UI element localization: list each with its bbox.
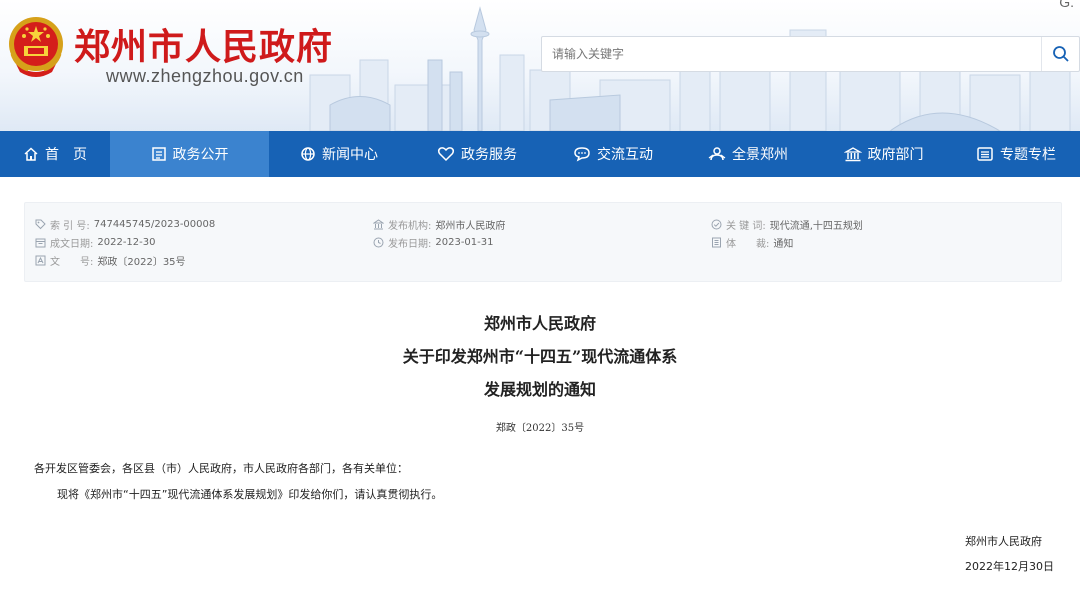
text-doc-icon (35, 255, 46, 266)
heart-icon (437, 147, 455, 162)
site-header: 郑州市人民政府 www.zhengzhou.gov.cn G. (0, 0, 1080, 131)
genre-field: 体 裁: 通知 (711, 235, 793, 250)
issuing-agency-label: 发布机构: (388, 221, 432, 232)
index-number-value: 747445745/2023-00008 (93, 219, 216, 230)
document-title-line-3: 发展规划的通知 (483, 380, 596, 399)
nav-label: 政府部门 (867, 147, 924, 163)
nav-item-interaction[interactable]: 交流互动 (545, 131, 681, 177)
document-number: 郑政〔2022〕35号 (495, 423, 585, 434)
national-emblem-icon (9, 17, 63, 77)
clock-icon (373, 237, 384, 248)
nav-label: 新闻中心 (322, 147, 378, 163)
document-icon (151, 147, 166, 161)
document-number-field: 文 号: 郑政〔2022〕35号 (35, 253, 186, 268)
building-icon (843, 147, 862, 162)
list-icon (977, 147, 993, 161)
calendar-icon (35, 238, 46, 248)
list-doc-icon (712, 237, 721, 248)
search-button[interactable] (1041, 37, 1079, 71)
keywords-label: 关 键 词: (726, 221, 766, 232)
signature-issuer: 郑州市人民政府 (965, 535, 1042, 548)
genre-label: 体 裁: (726, 239, 770, 250)
nav-label: 专题专栏 (1000, 147, 1056, 163)
nav-item-government-affairs[interactable]: 政务公开 (110, 131, 269, 177)
index-number-label: 索 引 号: (50, 221, 90, 232)
main-nav: 首 页 政务公开 新闻中心 政务服务 交流互动 全景郑州 政府部门 专题专栏 (0, 131, 1080, 177)
salutation-paragraph: 各开发区管委会，各区县（市）人民政府，市人民政府各部门，各有关单位： (34, 462, 408, 475)
document-number-label: 文 号: (50, 257, 94, 268)
nav-label: 全景郑州 (732, 147, 788, 163)
search-box (541, 36, 1080, 72)
tag-icon (35, 219, 46, 230)
nav-item-departments[interactable]: 政府部门 (815, 131, 952, 177)
nav-item-special-topics[interactable]: 专题专栏 (952, 131, 1080, 177)
check-circle-icon (711, 219, 722, 230)
issuing-agency-field: 发布机构: 郑州市人民政府 (373, 217, 505, 232)
nav-item-services[interactable]: 政务服务 (409, 131, 545, 177)
top-corner-text: G. (1059, 0, 1074, 10)
search-icon (1052, 46, 1069, 62)
search-input[interactable] (542, 37, 1042, 71)
publish-date-field: 发布日期: 2023-01-31 (373, 235, 494, 250)
site-url[interactable]: www.zhengzhou.gov.cn (106, 66, 304, 87)
keywords-value: 现代流通,十四五规划 (769, 221, 863, 232)
signature-date: 2022年12月30日 (965, 560, 1054, 573)
body-paragraph: 现将《郑州市“十四五”现代流通体系发展规划》印发给你们，请认真贯彻执行。 (57, 488, 443, 501)
index-number-field: 索 引 号: 747445745/2023-00008 (35, 217, 215, 232)
written-date-field: 成文日期: 2022-12-30 (35, 235, 156, 250)
site-title[interactable]: 郑州市人民政府 (74, 18, 333, 70)
nav-label: 交流互动 (597, 147, 653, 163)
nav-item-panorama[interactable]: 全景郑州 (681, 131, 815, 177)
nav-item-home[interactable]: 首 页 (0, 131, 110, 177)
nav-item-news[interactable]: 新闻中心 (269, 131, 409, 177)
written-date-label: 成文日期: (50, 239, 94, 250)
document-metadata-box: 索 引 号: 747445745/2023-00008 成文日期: 2022-1… (24, 202, 1062, 282)
nav-label: 政务公开 (172, 147, 229, 163)
written-date-value: 2022-12-30 (97, 237, 156, 248)
people-icon (708, 147, 726, 161)
globe-icon (301, 147, 315, 161)
nav-label: 首 页 (45, 147, 87, 163)
publish-date-label: 发布日期: (388, 239, 432, 250)
keywords-field: 关 键 词: 现代流通,十四五规划 (711, 217, 863, 232)
chat-icon (574, 147, 590, 162)
issuing-agency-value: 郑州市人民政府 (435, 221, 506, 232)
document-title-line-1: 郑州市人民政府 (483, 314, 596, 333)
home-icon (24, 147, 38, 161)
publish-date-value: 2023-01-31 (435, 237, 494, 248)
genre-value: 通知 (773, 239, 794, 250)
document-number-value: 郑政〔2022〕35号 (97, 257, 186, 268)
building-icon (373, 219, 384, 230)
nav-label: 政务服务 (461, 147, 517, 163)
document-title-line-2: 关于印发郑州市“十四五”现代流通体系 (402, 347, 678, 366)
